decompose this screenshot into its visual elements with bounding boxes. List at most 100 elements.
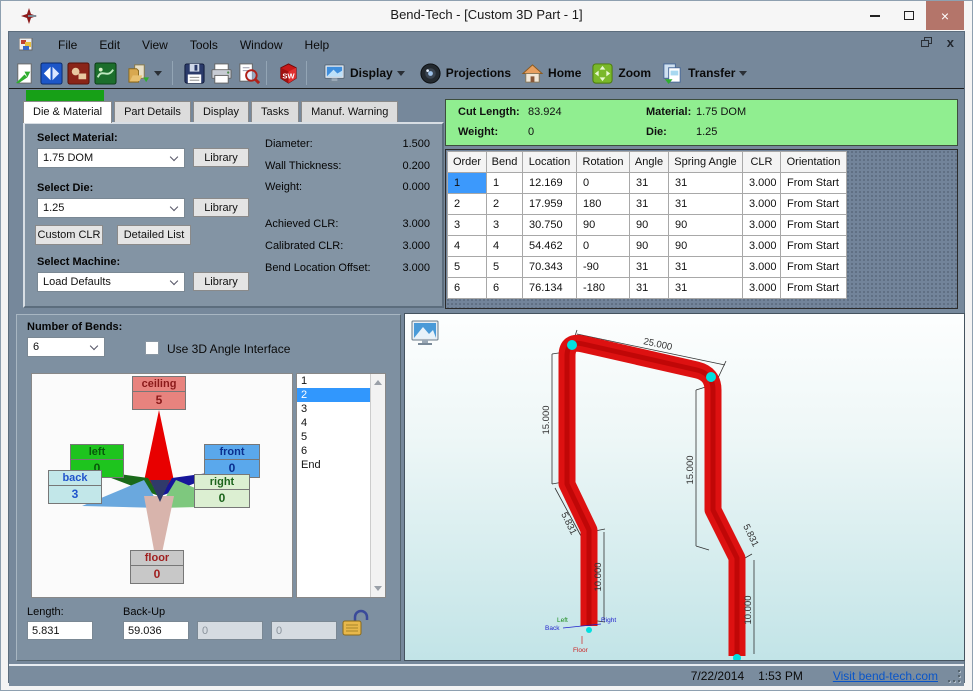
menu-file[interactable]: File — [47, 34, 88, 56]
mdi-close-button[interactable]: x — [947, 37, 954, 49]
table-cell[interactable]: 3 — [448, 215, 487, 236]
menu-help[interactable]: Help — [294, 34, 341, 56]
table-cell[interactable]: 3.000 — [743, 173, 781, 194]
table-cell[interactable]: 31 — [630, 194, 669, 215]
table-cell[interactable]: 2 — [487, 194, 523, 215]
table-cell[interactable]: 12.169 — [523, 173, 577, 194]
table-cell[interactable]: 5 — [487, 257, 523, 278]
table-cell[interactable]: 31 — [669, 194, 743, 215]
table-cell[interactable]: 31 — [630, 173, 669, 194]
table-cell[interactable]: 90 — [669, 236, 743, 257]
table-cell[interactable]: From Start — [781, 236, 847, 257]
table-cell[interactable]: 31 — [630, 278, 669, 299]
zoom-button[interactable]: Zoom — [587, 62, 651, 85]
table-cell[interactable]: From Start — [781, 173, 847, 194]
table-cell[interactable]: 3.000 — [743, 278, 781, 299]
menu-view[interactable]: View — [131, 34, 179, 56]
transfer-dropdown-caret[interactable] — [739, 71, 747, 76]
table-cell[interactable]: From Start — [781, 194, 847, 215]
table-cell[interactable]: 3 — [487, 215, 523, 236]
table-cell[interactable]: 31 — [669, 173, 743, 194]
list-item[interactable]: 1 — [297, 374, 370, 388]
new-part-icon[interactable] — [13, 62, 36, 85]
use-3d-angle-checkbox[interactable] — [145, 341, 159, 355]
open-dropdown-caret[interactable] — [154, 71, 162, 76]
list-item[interactable]: 6 — [297, 444, 370, 458]
display-button[interactable]: Display — [319, 62, 409, 85]
length-input[interactable] — [27, 621, 93, 640]
table-cell[interactable]: 90 — [669, 215, 743, 236]
table-cell[interactable]: 2 — [448, 194, 487, 215]
minimize-button[interactable] — [858, 1, 892, 30]
print-icon[interactable] — [210, 62, 233, 85]
table-column-header[interactable]: CLR — [743, 152, 781, 173]
table-column-header[interactable]: Rotation — [577, 152, 630, 173]
table-cell[interactable]: 6 — [448, 278, 487, 299]
compass-front[interactable]: front 0 — [204, 444, 260, 478]
maximize-button[interactable] — [892, 1, 926, 30]
mdi-minimize-button[interactable] — [895, 37, 907, 49]
unlock-icon[interactable] — [341, 609, 369, 641]
mdi-restore-button[interactable] — [921, 37, 933, 49]
bend-list[interactable]: 123456End — [297, 374, 370, 597]
compass-ceiling[interactable]: ceiling 5 — [132, 376, 186, 410]
assembly-icon[interactable] — [40, 62, 63, 85]
table-cell[interactable]: 1 — [448, 173, 487, 194]
scroll-up-icon[interactable] — [374, 380, 382, 385]
view-settings-icon[interactable] — [411, 320, 439, 346]
table-cell[interactable]: 3.000 — [743, 194, 781, 215]
transfer-button[interactable]: Transfer — [657, 62, 751, 85]
tab-manuf-warning[interactable]: Manuf. Warning — [301, 101, 398, 122]
bend-list-scrollbar[interactable] — [370, 374, 385, 597]
table-cell[interactable]: 31 — [669, 257, 743, 278]
table-cell[interactable]: 4 — [448, 236, 487, 257]
table-cell[interactable]: 90 — [630, 236, 669, 257]
save-icon[interactable] — [183, 62, 206, 85]
list-item[interactable]: 3 — [297, 402, 370, 416]
table-cell[interactable]: 4 — [487, 236, 523, 257]
detailed-list-button[interactable]: Detailed List — [117, 225, 191, 245]
sketch-icon[interactable] — [94, 62, 117, 85]
tab-part-details[interactable]: Part Details — [114, 101, 191, 122]
table-cell[interactable]: 0 — [577, 173, 630, 194]
bend-table[interactable]: OrderBendLocationRotationAngleSpring Ang… — [447, 151, 847, 299]
table-cell[interactable]: 1 — [487, 173, 523, 194]
table-column-header[interactable]: Bend — [487, 152, 523, 173]
machine-library-button[interactable]: Library — [193, 272, 249, 291]
table-cell[interactable]: 31 — [669, 278, 743, 299]
compass-right[interactable]: right 0 — [194, 474, 250, 508]
scroll-down-icon[interactable] — [374, 586, 382, 591]
material-combobox[interactable]: 1.75 DOM — [37, 148, 185, 168]
table-column-header[interactable]: Spring Angle — [669, 152, 743, 173]
table-cell[interactable]: 54.462 — [523, 236, 577, 257]
table-cell[interactable]: 17.959 — [523, 194, 577, 215]
rotation-compass[interactable]: ceiling 5 left 0 front 0 back 3 right — [31, 373, 293, 598]
table-cell[interactable]: From Start — [781, 257, 847, 278]
tab-display[interactable]: Display — [193, 101, 249, 122]
compass-back[interactable]: back 3 — [48, 470, 102, 504]
table-column-header[interactable]: Order — [448, 152, 487, 173]
menu-window[interactable]: Window — [229, 34, 294, 56]
list-item[interactable]: 2 — [297, 388, 370, 402]
table-cell[interactable]: 6 — [487, 278, 523, 299]
3d-viewport[interactable]: 25.000 15.000 15.000 5.831 5.831 10.000 … — [404, 313, 965, 661]
material-library-button[interactable]: Library — [193, 148, 249, 167]
list-item[interactable]: 4 — [297, 416, 370, 430]
die-library-button[interactable]: Library — [193, 198, 249, 217]
table-cell[interactable]: -180 — [577, 278, 630, 299]
table-cell[interactable]: From Start — [781, 215, 847, 236]
projections-button[interactable]: Projections — [415, 62, 511, 85]
open-button[interactable] — [123, 62, 166, 85]
table-cell[interactable]: 180 — [577, 194, 630, 215]
list-item[interactable]: End — [297, 458, 370, 472]
number-of-bends-combobox[interactable]: 6 — [27, 337, 105, 357]
tab-die-material[interactable]: Die & Material — [23, 101, 112, 123]
die-combobox[interactable]: 1.25 — [37, 198, 185, 218]
table-cell[interactable]: 70.343 — [523, 257, 577, 278]
bend-tech-link[interactable]: Visit bend-tech.com — [833, 669, 938, 683]
print-preview-icon[interactable] — [237, 62, 260, 85]
table-cell[interactable]: From Start — [781, 278, 847, 299]
list-item[interactable]: 5 — [297, 430, 370, 444]
table-cell[interactable]: 31 — [630, 257, 669, 278]
table-column-header[interactable]: Location — [523, 152, 577, 173]
